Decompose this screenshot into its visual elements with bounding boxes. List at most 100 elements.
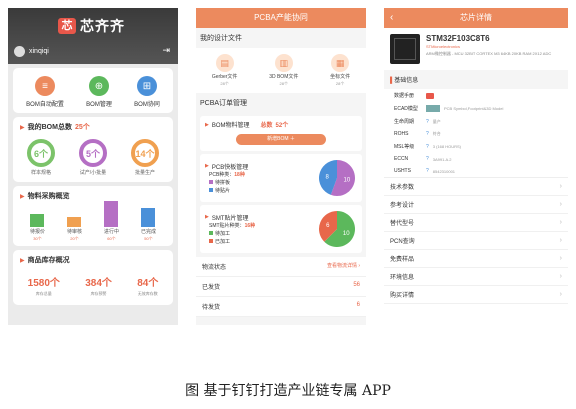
ecad-model-icon[interactable] [426, 105, 440, 112]
smt-card[interactable]: ▶ SMT贴片管理 SMT贴片种类：16种 待加工 已加工 10 6 [200, 205, 362, 253]
pie-slice-label: 10 [344, 178, 351, 184]
ring-2[interactable]: 14个 批量生产 [131, 139, 159, 176]
menu-item-label: 参考设计 [390, 203, 415, 209]
stat-0[interactable]: 1580个 库存总量 [28, 274, 60, 297]
chip-image [390, 34, 420, 64]
file-icon: ▤ [215, 54, 234, 72]
bom-total-title: 我的BOM总数 [27, 124, 72, 131]
basic-info-row: ROHS? 符合 [384, 128, 568, 140]
tool-label: BOM协同 [134, 102, 160, 108]
pcba-screen: PCBA产能协同 我的设计文件 ▤ Gerber文件 28个 ▥ 3D BOM文件 28个… [196, 8, 366, 325]
basic-info-row: 数据手册 [384, 89, 568, 102]
chevron-right-icon: › [559, 273, 562, 280]
legend-swatch [209, 187, 213, 192]
section-arrow-icon: ▶ [20, 193, 25, 200]
bar-group[interactable]: 进行中 60个 [104, 201, 119, 242]
help-icon[interactable]: ? [426, 144, 429, 150]
basic-info-key: MSL等级 [394, 144, 415, 150]
purchase-card[interactable]: ▶ 物料采购概览 待报价 30个 待审核 20个 进行中 60个 已完成 50个 [13, 186, 173, 246]
basic-info-key: ECAD模型 [394, 106, 418, 112]
smt-legend-1: 待加工 [215, 230, 231, 237]
menu-item[interactable]: PCN查询 › [384, 232, 568, 250]
design-file[interactable]: ▦ 坐标文件 28个 [330, 54, 350, 87]
pie-slice-label: 10 [343, 231, 350, 237]
menu-item[interactable]: 参考设计 › [384, 196, 568, 214]
home-screen: 芯 芯齐齐 xinqiqi ⇥ ≡ BOM自动配置 ⊕ BOM管理 ⊞ BOM协同 ▶ 我… [8, 8, 178, 325]
tool-2[interactable]: ⊞ BOM协同 [134, 76, 160, 108]
help-icon[interactable]: ? [426, 156, 429, 162]
legend-swatch [209, 179, 213, 184]
tool-1[interactable]: ⊕ BOM管理 [86, 76, 112, 108]
logistics-title: 物流状态 [202, 265, 227, 271]
smt-kind: 16种 [244, 222, 256, 229]
chip-maker[interactable]: STMicroelectronics [426, 44, 551, 49]
file-count: 28个 [220, 81, 229, 86]
pdf-icon[interactable] [426, 92, 434, 99]
pcb-kind: 18种 [234, 171, 245, 178]
design-files: ▤ Gerber文件 28个 ▥ 3D BOM文件 28个 ▦ 坐标文件 28个 [196, 48, 366, 93]
logo-badge-icon: 芯 [58, 18, 76, 34]
logout-icon[interactable]: ⇥ [162, 45, 170, 56]
list-item[interactable]: 待发货 6 [196, 297, 366, 317]
stat-1[interactable]: 384个 库存预警 [85, 274, 112, 297]
menu-item[interactable]: 免费样品 › [384, 250, 568, 268]
section-arrow-icon: ▶ [20, 257, 25, 264]
stat-label: 无效库存数 [137, 291, 158, 296]
purchase-title: 物料采购概览 [27, 193, 70, 200]
inventory-card[interactable]: ▶ 商品库存概况 1580个 库存总量 384个 库存预警 84个 无效库存数 [13, 250, 173, 305]
design-file[interactable]: ▥ 3D BOM文件 28个 [269, 54, 298, 87]
ring-label: 批量生产 [134, 170, 155, 176]
list-item[interactable]: 已发货 56 [196, 277, 366, 297]
menu-item[interactable]: 技术参数 › [384, 178, 568, 196]
chevron-right-icon: › [559, 201, 562, 208]
bar-value: 20个 [70, 236, 79, 241]
help-icon[interactable]: ? [426, 131, 429, 137]
help-icon[interactable]: ? [426, 119, 429, 125]
design-file[interactable]: ▤ Gerber文件 28个 [212, 54, 237, 87]
tool-icon: ≡ [34, 76, 55, 96]
username: xinqiqi [29, 48, 49, 55]
menu-item[interactable]: 购买详情 › [384, 286, 568, 304]
stat-2[interactable]: 84个无效库存数 [137, 274, 158, 297]
basic-info-value: 量产 [432, 118, 441, 124]
bom-total-card[interactable]: ▶ 我的BOM总数 25个 6个 样本规格 5个 试产/小批量 14个 批量生产 [13, 117, 173, 182]
bar-value: 50个 [144, 236, 153, 241]
file-icon: ▥ [274, 54, 293, 72]
basic-info-key: ECCN [394, 156, 409, 162]
stat-value: 384个 [85, 278, 112, 289]
stat-value: 84个 [137, 278, 159, 289]
basic-info-key: USHTS [394, 168, 411, 174]
basic-info-row: USHTS? 8542310001 [384, 165, 568, 177]
chip-description: ARM微控制器 - MCU 32BIT CORTEX M3 64KB 20KB … [426, 51, 552, 56]
pcba-title-bar: PCBA产能协同 [196, 8, 366, 28]
logistics-link[interactable]: 查看物流详情 › [327, 262, 360, 271]
legend-swatch [209, 230, 213, 235]
bar-group[interactable]: 待报价 30个 [30, 214, 45, 242]
logistics-row-label: 已发货 [202, 285, 221, 291]
add-bom-button[interactable]: 新增BOM ＋ [236, 134, 326, 145]
user-bar[interactable]: xinqiqi [14, 46, 49, 57]
tool-0[interactable]: ≡ BOM自动配置 [26, 76, 64, 108]
ring-label: 试产/小批量 [79, 170, 107, 176]
pcb-card[interactable]: ▶ PCB快板管理 PCB种类：18种 待拼板 待贴片 10 8 [200, 154, 362, 202]
bom-mgmt-count-label: 总数 [260, 123, 273, 129]
menu-item[interactable]: 环境信息 › [384, 268, 568, 286]
pcb-pie: 108 [319, 160, 355, 196]
menu-item[interactable]: 替代型号 › [384, 214, 568, 232]
bar-value: 30个 [33, 236, 42, 241]
chip-name: STM32F103C8T6 [426, 34, 490, 43]
basic-info-value: 3A991.A.2 [432, 156, 452, 162]
bom-mgmt-card[interactable]: ▶ BOM物料管理 总数 52个 新增BOM ＋ [200, 116, 362, 151]
section-arrow-icon: ▶ [205, 121, 209, 128]
ring-1[interactable]: 5个 试产/小批量 [79, 139, 107, 176]
back-icon[interactable]: ‹ [390, 8, 393, 28]
help-icon[interactable]: ? [426, 168, 429, 174]
ring-0[interactable]: 6个 样本规格 [27, 139, 55, 176]
section-arrow-icon: ▶ [20, 124, 25, 131]
detail-menu: 技术参数 › 参考设计 › 替代型号 › PCN查询 › 免费样品 › 环境信息 › 购买详情 › [384, 177, 568, 304]
basic-info-value: 8542310001 [432, 168, 456, 174]
bar-group[interactable]: 待审核 20个 [67, 217, 82, 242]
avatar [14, 46, 25, 57]
bar-group[interactable]: 已完成 50个 [141, 208, 156, 242]
basic-info-row: MSL等级? 3 (168 HOURS) [384, 140, 568, 153]
